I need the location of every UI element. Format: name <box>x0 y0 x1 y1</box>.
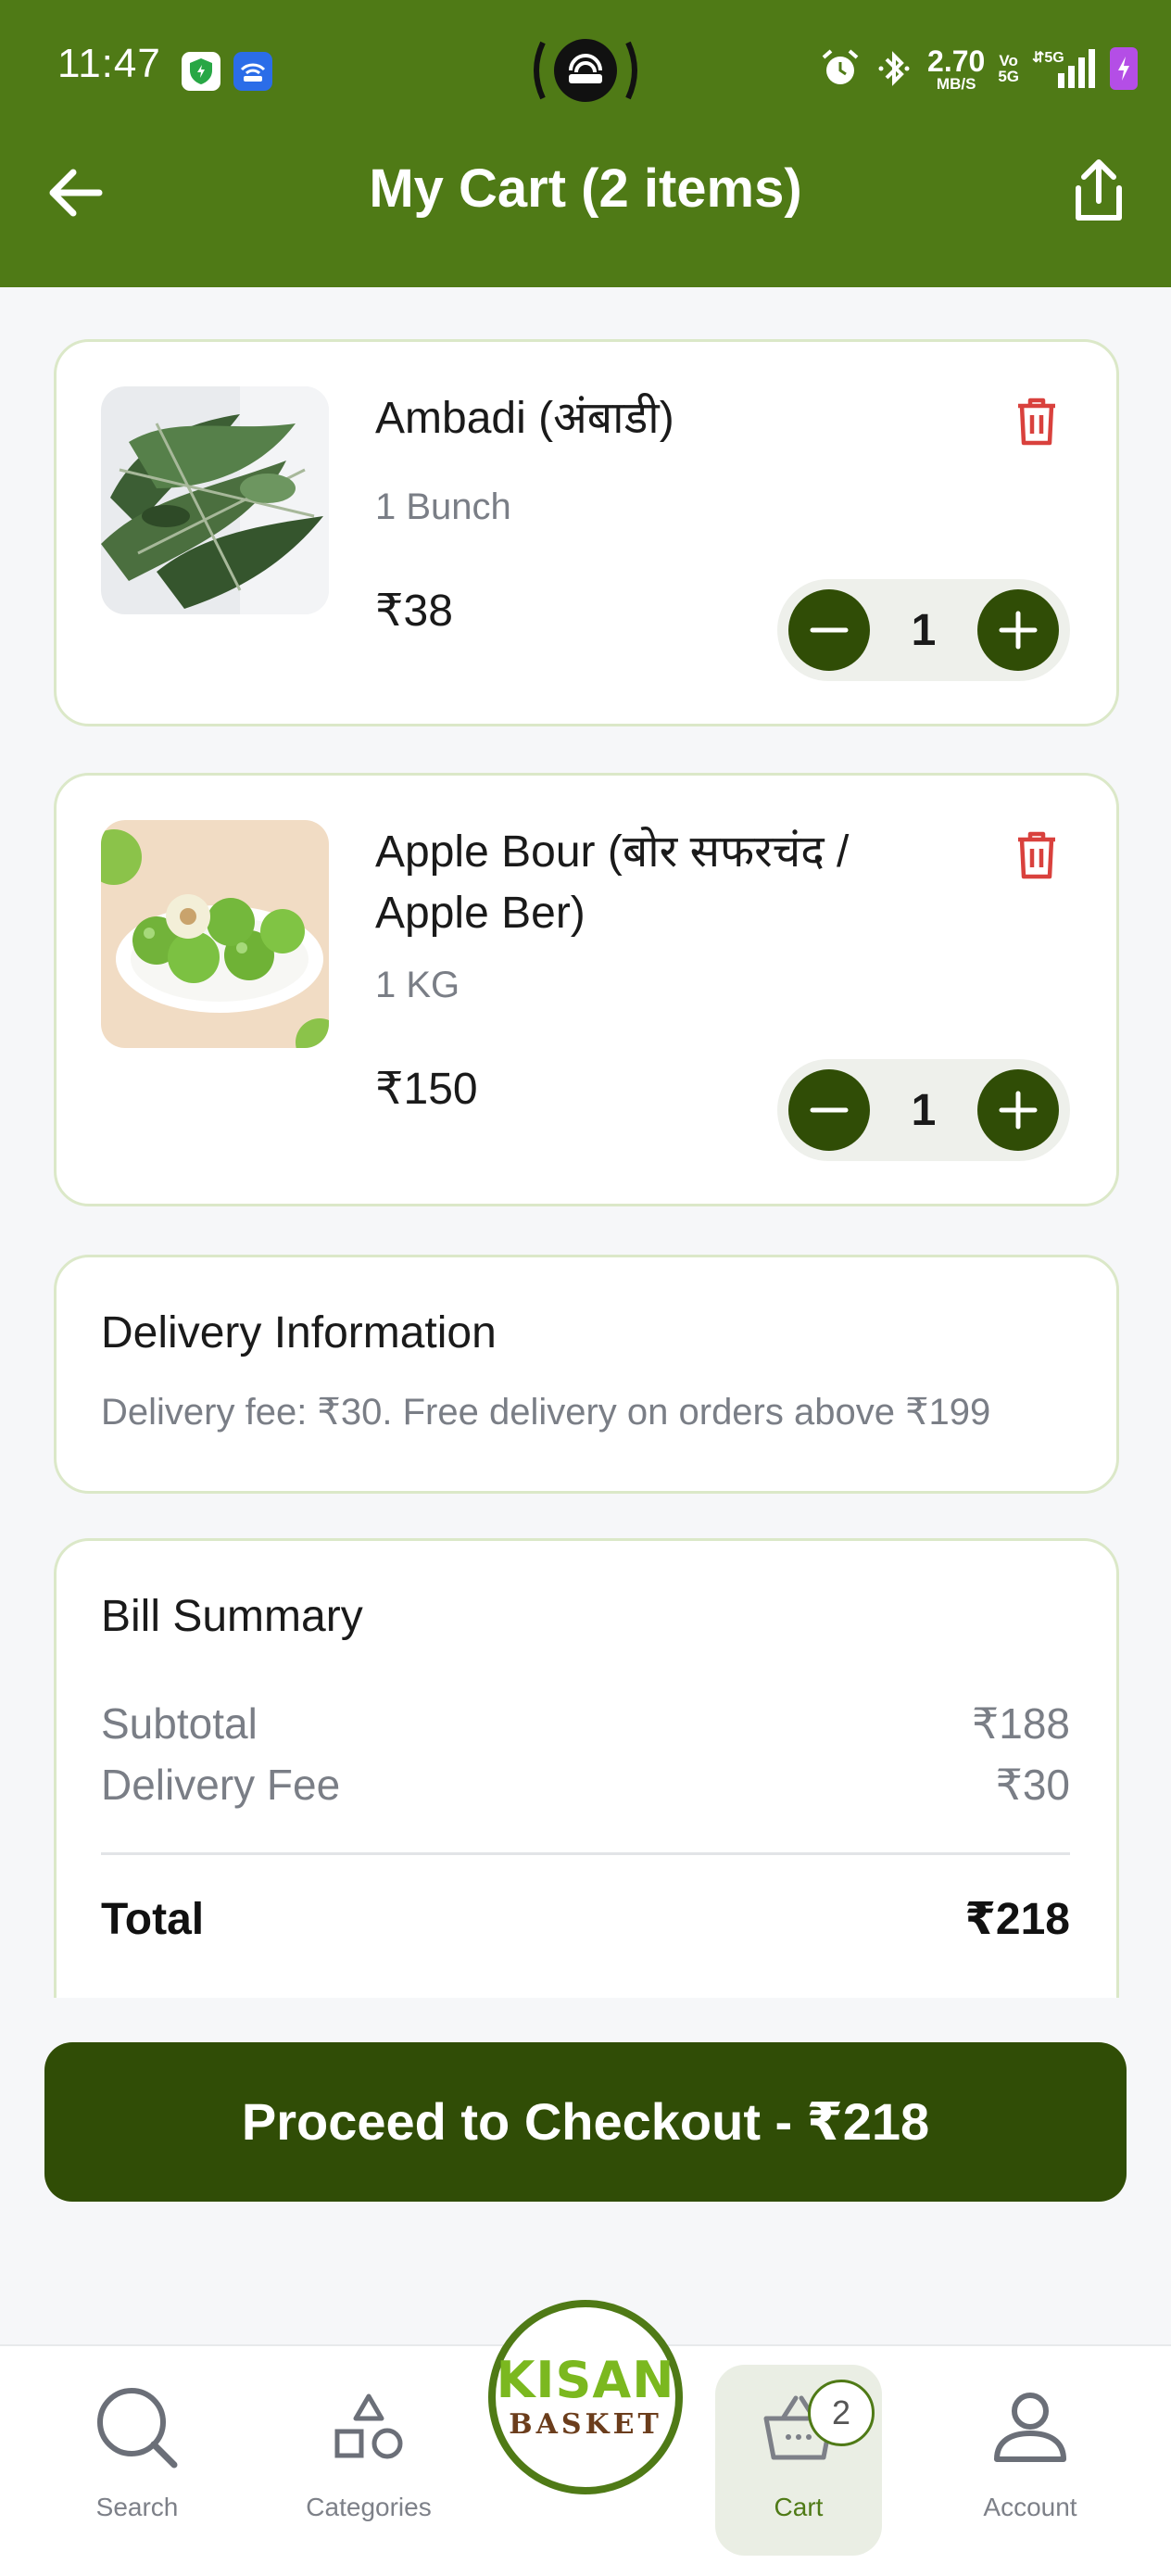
bill-summary-card: Bill Summary Subtotal ₹188 Delivery Fee … <box>54 1538 1119 1998</box>
page-title: My Cart (2 items) <box>369 158 802 219</box>
share-button[interactable] <box>1064 156 1134 226</box>
cart-item-card: Apple Bour (बोर सफरचंद / Apple Ber) 1 KG… <box>54 773 1119 1206</box>
total-label: Total <box>101 1895 205 1944</box>
status-time: 11:47 <box>57 41 161 86</box>
plus-icon <box>999 611 1038 650</box>
subtotal-row: Subtotal ₹188 <box>101 1698 1070 1749</box>
nav-categories-label: Categories <box>306 2493 432 2521</box>
delivery-fee-label: Delivery Fee <box>101 1761 341 1809</box>
delete-item-button[interactable] <box>1009 394 1064 449</box>
nav-search-label: Search <box>95 2493 179 2521</box>
status-right: 2.70 MB/S Vo 5G ⇵5G <box>820 41 1138 96</box>
decrease-quantity-button[interactable] <box>788 589 870 671</box>
product-image <box>101 386 329 614</box>
nav-search[interactable]: Search <box>44 2365 230 2556</box>
nav-cart[interactable]: Cart 2 <box>715 2365 882 2556</box>
person-icon <box>994 2393 1066 2462</box>
share-icon <box>1076 159 1122 221</box>
subtotal-value: ₹188 <box>971 1699 1070 1748</box>
top-bar: 11:47 2.70 MB/S Vo 5G ⇵5G My Cart (2 ite… <box>0 0 1171 287</box>
minus-icon <box>810 627 849 633</box>
alarm-icon <box>822 49 859 84</box>
delivery-info-heading: Delivery Information <box>101 1308 497 1357</box>
quantity-value: 1 <box>911 605 937 655</box>
increase-quantity-button[interactable] <box>976 1069 1059 1151</box>
app-bar: My Cart (2 items) <box>0 139 1171 287</box>
svg-text:⇵5G: ⇵5G <box>1032 50 1064 66</box>
decrease-quantity-button[interactable] <box>788 1069 870 1151</box>
nav-account[interactable]: Account <box>938 2365 1123 2556</box>
battery-charging-icon <box>1110 47 1138 90</box>
trash-icon <box>1018 398 1055 446</box>
hotspot-icon <box>528 32 643 109</box>
quantity-stepper: 1 <box>777 579 1070 681</box>
cart-count-badge: 2 <box>808 2380 875 2446</box>
increase-quantity-button[interactable] <box>976 589 1059 671</box>
product-unit: 1 Bunch <box>375 486 511 527</box>
trash-icon <box>1018 831 1055 879</box>
total-value: ₹218 <box>964 1895 1070 1944</box>
product-price: ₹38 <box>375 587 453 636</box>
product-name: Ambadi (अंबाडी) <box>375 394 674 443</box>
product-unit: 1 KG <box>375 965 460 1005</box>
product-name: Apple Bour (बोर सफरचंद / Apple Ber) <box>375 827 850 938</box>
checkout-button[interactable]: Proceed to Checkout - ₹218 <box>44 2042 1127 2202</box>
subtotal-label: Subtotal <box>101 1699 258 1748</box>
logo-line-2: BASKET <box>509 2408 662 2441</box>
signal-icon: ⇵5G <box>1032 49 1095 88</box>
logo-line-1: KISAN <box>496 2351 675 2409</box>
product-image <box>101 820 329 1048</box>
delivery-info-text: Delivery fee: ₹30. Free delivery on orde… <box>101 1392 991 1433</box>
kisan-basket-logo[interactable]: KISAN BASKET <box>488 2300 683 2494</box>
product-price: ₹150 <box>375 1065 478 1114</box>
delete-item-button[interactable] <box>1009 827 1064 883</box>
bluetooth-icon <box>878 51 910 86</box>
delivery-fee-row: Delivery Fee ₹30 <box>101 1760 1070 1810</box>
shapes-icon <box>334 2393 403 2459</box>
bill-divider <box>101 1852 1070 1855</box>
minus-icon <box>810 1107 849 1113</box>
quantity-value: 1 <box>911 1085 937 1135</box>
delivery-info-card: Delivery Information Delivery fee: ₹30. … <box>54 1255 1119 1494</box>
network-speed: 2.70 MB/S <box>927 44 986 93</box>
volte-indicator: Vo 5G <box>998 52 1019 85</box>
nav-cart-label: Cart <box>774 2493 824 2521</box>
cart-item-card: Ambadi (अंबाडी) 1 Bunch ₹38 1 <box>54 339 1119 726</box>
quantity-stepper: 1 <box>777 1059 1070 1161</box>
total-row: Total ₹218 <box>101 1893 1070 1945</box>
delivery-fee-value: ₹30 <box>995 1761 1070 1809</box>
status-bar: 11:47 2.70 MB/S Vo 5G ⇵5G <box>0 0 1171 139</box>
plus-icon <box>999 1091 1038 1130</box>
search-icon <box>97 2388 178 2469</box>
wifi-app-icon <box>233 52 272 91</box>
bill-summary-heading: Bill Summary <box>101 1592 363 1641</box>
shield-app-icon <box>182 52 220 91</box>
nav-account-label: Account <box>983 2493 1077 2521</box>
nav-categories[interactable]: Categories <box>276 2365 461 2556</box>
